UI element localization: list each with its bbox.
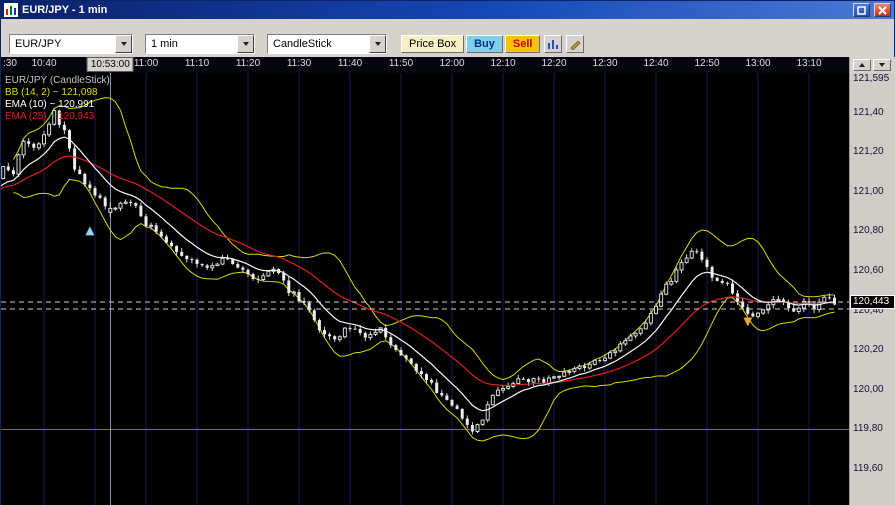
chart-plot[interactable]: EUR/JPY (CandleStick) BB (14, 2) ~ 121,0… <box>1 73 849 505</box>
pencil-icon <box>569 38 581 50</box>
candlestick-chart <box>1 73 849 505</box>
time-axis-label: 12:20 <box>541 58 566 69</box>
price-axis-label: 120,20 <box>853 344 884 355</box>
axis-corner <box>849 57 895 73</box>
selected-time-box: 10:53:00 <box>87 57 134 72</box>
time-axis-label: 10:40 <box>31 58 56 69</box>
scroll-up-button[interactable] <box>853 59 871 71</box>
triangle-down-icon <box>879 63 885 67</box>
buy-button[interactable]: Buy <box>466 35 503 53</box>
draw-tool-button[interactable] <box>566 35 584 53</box>
time-axis[interactable]: :30 10:40 11:00 11:10 11:20 11:30 11:40 11:50 12… <box>1 57 849 73</box>
interval-select-value: 1 min <box>146 35 237 53</box>
time-axis-label: 11:10 <box>185 58 209 69</box>
price-axis-label: 121,00 <box>853 186 884 197</box>
time-axis-label: 11:40 <box>338 58 362 69</box>
interval-select[interactable]: 1 min <box>145 34 255 54</box>
triangle-down-icon <box>121 42 127 46</box>
scroll-down-button[interactable] <box>873 59 891 71</box>
close-icon <box>878 6 887 15</box>
triangle-down-icon <box>375 42 381 46</box>
time-axis-label: :30 <box>3 58 17 69</box>
titlebar[interactable]: EUR/JPY - 1 min <box>1 1 894 19</box>
price-box-button[interactable]: Price Box <box>401 35 464 53</box>
toolbar: EUR/JPY 1 min CandleStick Price Box Buy … <box>1 19 894 57</box>
triangle-up-icon <box>859 63 865 67</box>
time-axis-label: 11:00 <box>134 58 158 69</box>
price-axis-label: 120,80 <box>853 225 884 236</box>
time-axis-label: 13:10 <box>796 58 821 69</box>
time-axis-label: 12:00 <box>439 58 464 69</box>
chart-style-button[interactable] <box>544 35 562 53</box>
price-axis-label: 119,80 <box>853 423 883 434</box>
chevron-down-icon[interactable] <box>115 35 132 53</box>
maximize-button[interactable] <box>853 3 870 17</box>
close-button[interactable] <box>874 3 891 17</box>
time-axis-label: 11:20 <box>236 58 260 69</box>
chart-type-select[interactable]: CandleStick <box>267 34 387 54</box>
time-axis-label: 12:30 <box>592 58 617 69</box>
chart-window: EUR/JPY - 1 min EUR/JPY 1 min CandleStic <box>0 0 895 505</box>
time-axis-label: 13:00 <box>745 58 770 69</box>
time-axis-label: 12:40 <box>643 58 668 69</box>
price-axis-label: 121,40 <box>853 107 884 118</box>
price-axis[interactable]: 121,595 121,40 121,20 121,00 120,80 120,60 120… <box>849 73 895 505</box>
symbol-select[interactable]: EUR/JPY <box>9 34 133 54</box>
triangle-down-icon <box>243 42 249 46</box>
chevron-down-icon[interactable] <box>369 35 386 53</box>
time-axis-label: 12:10 <box>490 58 515 69</box>
bar-chart-icon <box>547 38 559 50</box>
maximize-icon <box>857 6 866 15</box>
symbol-select-value: EUR/JPY <box>10 35 115 53</box>
price-axis-label: 120,60 <box>853 265 884 276</box>
price-axis-label: 121,595 <box>853 73 889 84</box>
time-axis-label: 11:30 <box>287 58 311 69</box>
price-axis-label: 119,60 <box>853 463 883 474</box>
time-axis-label: 12:50 <box>694 58 719 69</box>
price-axis-label: 121,20 <box>853 146 884 157</box>
toolbar-row: EUR/JPY 1 min CandleStick Price Box Buy … <box>9 34 890 54</box>
chart-type-select-value: CandleStick <box>268 35 369 53</box>
sell-button[interactable]: Sell <box>505 35 541 53</box>
time-axis-label: 11:50 <box>389 58 413 69</box>
window-title: EUR/JPY - 1 min <box>22 4 107 16</box>
chevron-down-icon[interactable] <box>237 35 254 53</box>
price-axis-label: 120,00 <box>853 384 884 395</box>
current-price-box: 120,443 <box>850 295 895 309</box>
app-icon <box>4 3 18 17</box>
